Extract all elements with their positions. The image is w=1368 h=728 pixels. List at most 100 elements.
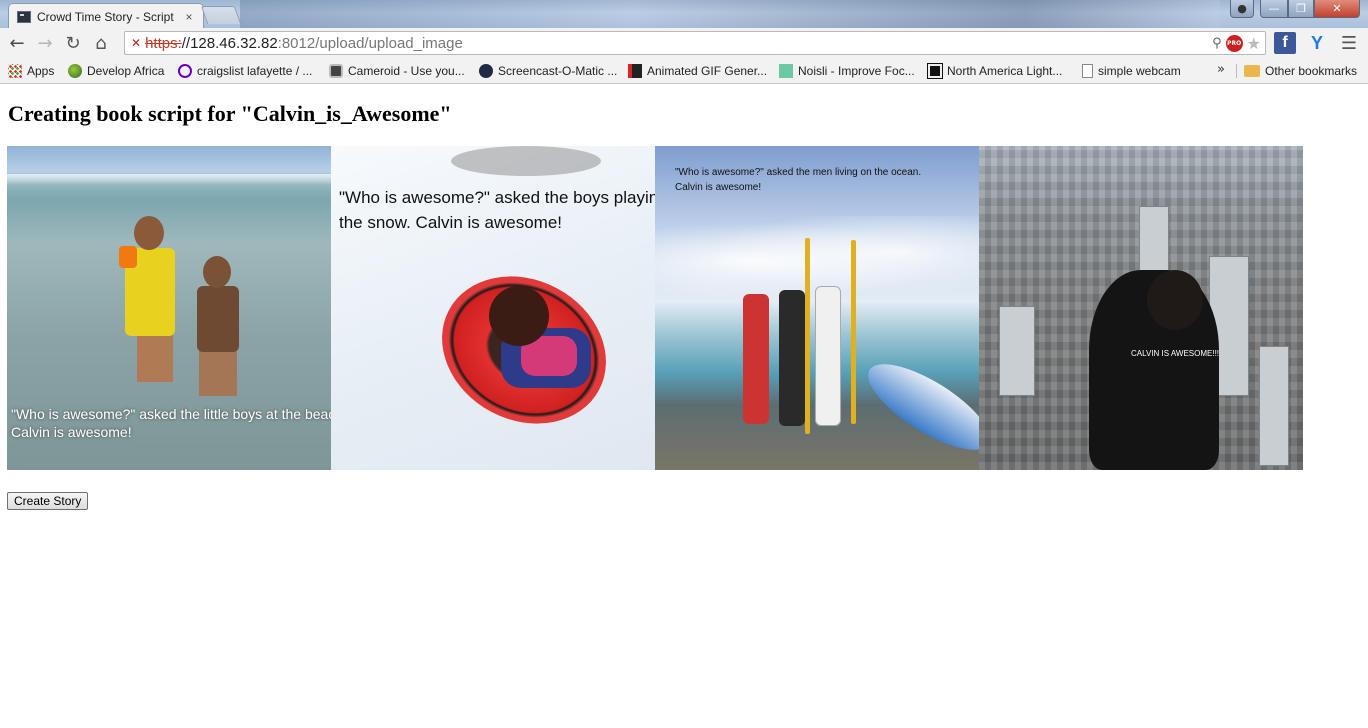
window-controls: ● — ❐ ✕ [1230, 0, 1360, 18]
kayak [856, 348, 979, 466]
bookmark-label: Screencast-O-Matic ... [498, 64, 618, 78]
skyscraper [999, 306, 1035, 396]
camera-icon [329, 64, 343, 78]
zoom-magnifier-icon[interactable]: ⚲ [1212, 36, 1222, 51]
small-boy-body [197, 286, 239, 352]
caption-line: "Who is awesome?" asked the little boys … [11, 406, 331, 422]
caption-line: Calvin is awesome! [11, 424, 132, 441]
bookmark-north-america[interactable]: North America Light... [927, 61, 1063, 81]
user-profile-icon[interactable]: ● [1230, 0, 1254, 18]
ocean-waves [7, 174, 331, 204]
window-titlebar: Crowd Time Story - Script × ● — ❐ ✕ [0, 0, 1368, 29]
boy-legs [137, 334, 173, 382]
man-dark-shorts [779, 290, 805, 426]
bookmark-develop-africa[interactable]: Develop Africa [68, 61, 164, 81]
home-icon[interactable]: ⌂ [87, 29, 115, 57]
caption-line: the snow. Calvin is awesome! [339, 212, 562, 232]
man-red-vest [743, 294, 769, 424]
bookmark-label: Cameroid - Use you... [348, 64, 465, 78]
bookmark-noisli[interactable]: Noisli - Improve Foc... [779, 61, 915, 81]
url-text[interactable]: https://128.46.32.82:8012/upload/upload_… [145, 35, 463, 52]
page-title: Creating book script for "Calvin_is_Awes… [8, 101, 452, 126]
address-bar-icons: ⚲ PRO ★ [1212, 34, 1261, 53]
som-icon [479, 64, 493, 78]
create-story-button[interactable]: Create Story [7, 492, 89, 510]
terminal-favicon-icon [17, 10, 31, 23]
globe-icon [68, 64, 82, 78]
bookmark-craigslist[interactable]: craigslist lafayette / ... [178, 61, 312, 81]
caption-line: CALVIN IS AWESOME!!! [1131, 349, 1220, 358]
image-caption: "Who is awesome?" asked the little boys … [11, 405, 331, 442]
story-image-skydeck: CALVIN IS AWESOME!!! [979, 146, 1303, 470]
bookmark-label: craigslist lafayette / ... [197, 64, 313, 78]
url-host: //128.46.32.82 [181, 34, 278, 52]
caption-line: Calvin is awesome! [675, 181, 762, 193]
gif-icon [628, 64, 642, 78]
bookmark-label: Apps [27, 64, 55, 78]
small-boy-head [203, 256, 231, 288]
story-image-snow: "Who is awesome?" asked the boys playing… [331, 146, 655, 470]
browser-toolbar: ← → ↻ ⌂ ✕ https://128.46.32.82:8012/uplo… [0, 28, 1368, 58]
forward-arrow-icon[interactable]: → [31, 29, 59, 57]
skyscraper [1259, 346, 1289, 466]
image-caption: CALVIN IS AWESOME!!! [1131, 349, 1219, 360]
story-image-ocean: "Who is awesome?" asked the men living o… [655, 146, 979, 470]
child-head [489, 286, 549, 346]
url-path: :8012/upload/upload_image [277, 34, 463, 52]
other-bookmarks-label: Other bookmarks [1265, 64, 1358, 78]
page-content: Creating book script for "Calvin_is_Awes… [0, 85, 1368, 728]
bookmark-animated-gif[interactable]: Animated GIF Gener... [628, 61, 767, 81]
story-image-beach: "Who is awesome?" asked the little boys … [7, 146, 331, 470]
back-arrow-icon[interactable]: ← [3, 29, 31, 57]
minimize-button[interactable]: — [1260, 0, 1288, 18]
bookmarks-overflow-chevron[interactable]: » [1217, 62, 1225, 77]
bookmark-label: Animated GIF Gener... [647, 64, 768, 78]
image-caption: "Who is awesome?" asked the boys playing… [339, 186, 655, 235]
yellow-paddle [805, 238, 810, 434]
yellow-paddle [851, 240, 856, 424]
new-tab-button[interactable] [200, 6, 242, 24]
dsn-icon [927, 63, 943, 79]
bookmark-label: simple webcam [1098, 64, 1181, 78]
bookmarks-divider [1236, 64, 1237, 78]
apps-icon [8, 64, 22, 78]
bookmark-label: Develop Africa [87, 64, 165, 78]
image-caption: "Who is awesome?" asked the men living o… [675, 166, 921, 195]
close-window-button[interactable]: ✕ [1314, 0, 1360, 18]
y-extension-icon[interactable]: Y [1306, 32, 1328, 54]
bookmark-screencast[interactable]: Screencast-O-Matic ... [479, 61, 617, 81]
pro-extension-icon[interactable]: PRO [1225, 35, 1243, 52]
noisli-icon [779, 64, 793, 78]
tab-title: Crowd Time Story - Script [37, 9, 174, 24]
bookmark-label: North America Light... [947, 64, 1063, 78]
maximize-button[interactable]: ❐ [1288, 0, 1314, 18]
other-bookmarks-folder[interactable]: Other bookmarks [1244, 61, 1357, 81]
address-bar[interactable]: ✕ https://128.46.32.82:8012/upload/uploa… [124, 31, 1266, 55]
titlebar-background [240, 0, 1220, 28]
bookmarks-bar: Apps Develop Africa craigslist lafayette… [0, 58, 1368, 84]
story-image-strip: "Who is awesome?" asked the little boys … [7, 146, 1303, 470]
tab-close-icon[interactable]: × [183, 10, 195, 24]
bookmark-cameroid[interactable]: Cameroid - Use you... [329, 61, 465, 81]
boy-orange-sleeve [119, 246, 137, 268]
browser-tab-active[interactable]: Crowd Time Story - Script × [8, 3, 204, 29]
page-icon [1082, 64, 1093, 78]
tree-shadow [451, 146, 601, 176]
bookmark-star-icon[interactable]: ★ [1247, 34, 1261, 53]
bookmark-apps[interactable]: Apps [8, 61, 54, 81]
insecure-lock-icon[interactable]: ✕ [131, 36, 141, 50]
url-scheme: https: [145, 34, 182, 52]
caption-line: "Who is awesome?" asked the boys playing… [339, 188, 655, 207]
reload-icon[interactable]: ↻ [59, 29, 87, 57]
small-boy-legs [199, 350, 237, 396]
bookmark-label: Noisli - Improve Foc... [798, 64, 915, 78]
boy-head [134, 216, 164, 250]
person-head [1147, 270, 1203, 330]
folder-icon [1244, 65, 1260, 77]
chrome-menu-icon[interactable]: ☰ [1338, 32, 1360, 54]
man-white-shirt [815, 286, 841, 426]
bookmark-simple-webcam[interactable]: simple webcam [1082, 61, 1181, 81]
caption-line: "Who is awesome?" asked the men living o… [675, 167, 922, 178]
facebook-icon[interactable]: f [1274, 32, 1296, 54]
peace-icon [178, 64, 192, 78]
